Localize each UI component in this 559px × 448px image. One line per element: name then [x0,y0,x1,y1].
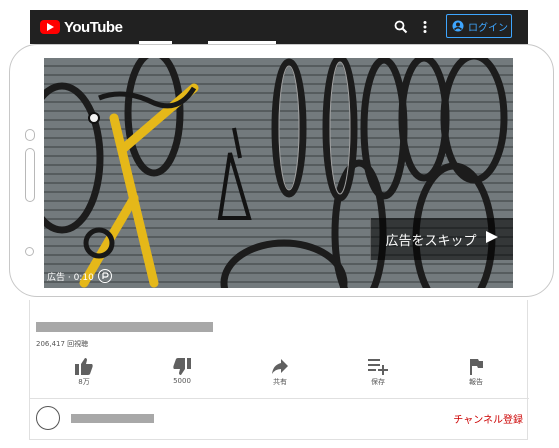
save-label: 保存 [371,378,385,386]
share-button[interactable]: 共有 [250,358,310,387]
video-player[interactable]: 広告をスキップ 広告 · 0:10 [44,58,513,288]
view-count: 206,417 回視聴 [36,340,89,348]
divider [30,398,529,399]
video-info-panel: 206,417 回視聴 8万 5000 共有 保存 報告 チャンネル登録 [29,300,529,440]
skip-next-icon [485,230,499,248]
ad-info-icon[interactable] [97,269,112,283]
channel-avatar[interactable] [36,406,60,430]
phone-side-button [25,148,35,202]
ad-badge: 広告 · 0:10 [47,269,112,283]
youtube-logo[interactable]: YouTube [40,18,123,36]
like-button[interactable]: 8万 [54,358,114,387]
skip-ad-label: 広告をスキップ [385,233,477,249]
app-header: YouTube ログイン [30,10,528,44]
thumbs-down-icon [152,358,212,375]
report-button[interactable]: 報告 [446,358,506,387]
save-button[interactable]: 保存 [348,358,408,387]
account-circle-icon [452,17,464,36]
logo-text: YouTube [64,18,123,36]
login-label: ログイン [468,22,508,34]
dislike-button[interactable]: 5000 [152,358,212,385]
dislike-count: 5000 [173,377,191,385]
search-icon[interactable] [394,19,408,38]
action-bar: 8万 5000 共有 保存 報告 [30,358,529,390]
phone-camera-dot [25,247,34,256]
video-title-placeholder [36,322,213,332]
thumbs-up-icon [54,358,114,375]
playlist-add-icon [348,358,408,375]
share-label: 共有 [273,378,287,386]
ad-label: 広告 · 0:10 [47,272,94,283]
channel-name-placeholder[interactable] [71,414,154,423]
subscribe-button[interactable]: チャンネル登録 [453,411,523,426]
play-icon [40,20,60,34]
more-vert-icon[interactable] [422,19,428,38]
flag-icon [446,358,506,375]
like-count: 8万 [78,378,90,386]
skip-ad-button[interactable]: 広告をスキップ [370,218,513,260]
share-icon [250,358,310,375]
report-label: 報告 [469,378,483,386]
login-button[interactable]: ログイン [446,14,512,38]
phone-side-button [25,129,35,141]
